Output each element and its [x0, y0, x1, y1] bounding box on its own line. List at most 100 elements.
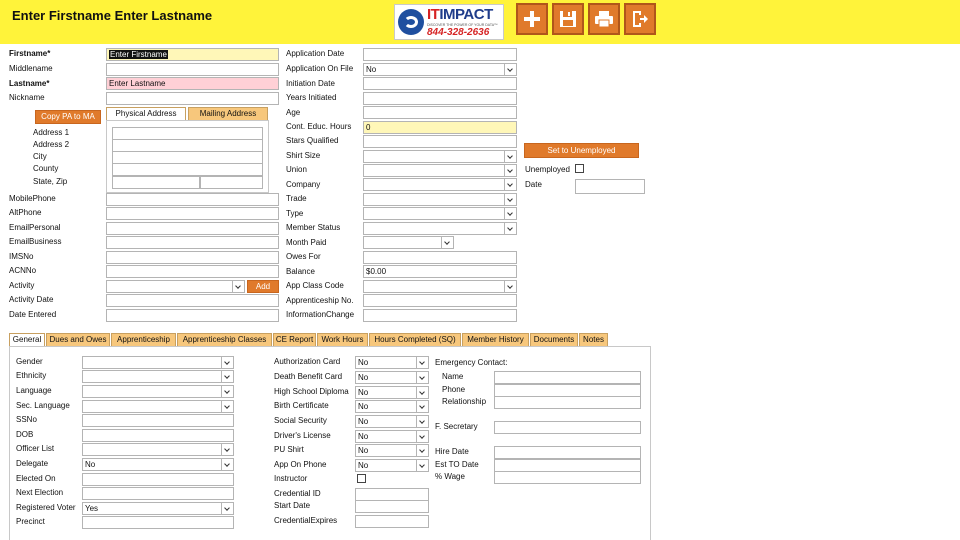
delegate-label: Delegate [16, 459, 49, 468]
instructor-checkbox[interactable] [357, 474, 366, 483]
copy-pa-to-ma-button[interactable]: Copy PA to MA [35, 110, 101, 124]
balance-input[interactable]: $0.00 [363, 265, 517, 278]
death-benefit-card-select[interactable]: No [355, 371, 429, 384]
cont-educ-hours-input[interactable]: 0 [363, 121, 517, 134]
drivers-license-select[interactable]: No [355, 430, 429, 443]
type-select[interactable] [363, 207, 517, 220]
years-initiated-input[interactable] [363, 92, 517, 105]
company-select[interactable] [363, 178, 517, 191]
chevron-down-icon [232, 281, 244, 292]
tab-work-hours[interactable]: Work Hours [317, 333, 368, 347]
application-date-input[interactable] [363, 48, 517, 61]
ims-no-input[interactable] [106, 251, 279, 264]
email-business-input[interactable] [106, 236, 279, 249]
information-change-input[interactable] [363, 309, 517, 322]
high-school-diploma-select[interactable]: No [355, 386, 429, 399]
member-status-select[interactable] [363, 222, 517, 235]
officer-list-select[interactable] [82, 443, 234, 456]
tab-general[interactable]: General [9, 333, 45, 347]
pu-shirt-label: PU Shirt [274, 445, 304, 454]
elected-on-input[interactable] [82, 473, 234, 486]
ethnicity-select[interactable] [82, 370, 234, 383]
emergency-name-input[interactable] [494, 371, 641, 384]
middlename-input[interactable] [106, 63, 279, 76]
email-personal-input[interactable] [106, 222, 279, 235]
save-button[interactable] [552, 3, 584, 35]
tab-apprenticeship-classes[interactable]: Apprenticeship Classes [177, 333, 272, 347]
stars-qualified-label: Stars Qualified [286, 136, 339, 145]
tab-physical-address[interactable]: Physical Address [106, 107, 186, 121]
emergency-relationship-label: Relationship [442, 397, 487, 406]
authorization-card-select[interactable]: No [355, 356, 429, 369]
set-to-unemployed-button[interactable]: Set to Unemployed [524, 143, 639, 158]
initiation-date-input[interactable] [363, 77, 517, 90]
ssno-input[interactable] [82, 414, 234, 427]
age-input[interactable] [363, 106, 517, 119]
pu-shirt-select[interactable]: No [355, 444, 429, 457]
registered-voter-select[interactable]: Yes [82, 502, 234, 515]
f-secretary-input[interactable] [494, 421, 641, 434]
dob-input[interactable] [82, 429, 234, 442]
state-input[interactable] [112, 176, 200, 189]
birth-certificate-select[interactable]: No [355, 400, 429, 413]
gender-select[interactable] [82, 356, 234, 369]
emergency-relationship-input[interactable] [494, 396, 641, 409]
shirt-size-select[interactable] [363, 150, 517, 163]
hire-date-input[interactable] [494, 446, 641, 459]
mobile-phone-input[interactable] [106, 193, 279, 206]
zip-input[interactable] [200, 176, 263, 189]
lastname-input[interactable]: Enter Lastname [106, 77, 279, 90]
add-activity-button[interactable]: Add [247, 280, 279, 293]
app-class-code-select[interactable] [363, 280, 517, 293]
chevron-down-icon [221, 401, 233, 412]
application-on-file-select[interactable]: No [363, 63, 517, 76]
acn-no-input[interactable] [106, 265, 279, 278]
stars-qualified-input[interactable] [363, 135, 517, 148]
tab-apprenticeship[interactable]: Apprenticeship [111, 333, 176, 347]
mobile-phone-label: MobilePhone [9, 194, 56, 203]
tab-notes[interactable]: Notes [579, 333, 608, 347]
credential-expires-input[interactable] [355, 515, 429, 528]
apprenticeship-no-input[interactable] [363, 294, 517, 307]
activity-select[interactable] [106, 280, 245, 293]
tab-member-history[interactable]: Member History [462, 333, 529, 347]
unemployed-date-input[interactable] [575, 179, 645, 194]
print-button[interactable] [588, 3, 620, 35]
precinct-input[interactable] [82, 516, 234, 529]
app-on-phone-select[interactable]: No [355, 459, 429, 472]
owes-for-input[interactable] [363, 251, 517, 264]
tab-ce-report[interactable]: CE Report [273, 333, 316, 347]
add-record-button[interactable] [516, 3, 548, 35]
information-change-label: InformationChange [286, 310, 355, 319]
firstname-input[interactable]: Enter Firstname [106, 48, 279, 61]
chevron-down-icon [221, 357, 233, 368]
county-input[interactable] [112, 163, 263, 176]
language-select[interactable] [82, 385, 234, 398]
tab-hours-completed[interactable]: Hours Completed (SQ) [369, 333, 461, 347]
chevron-down-icon [504, 165, 516, 176]
tab-mailing-address[interactable]: Mailing Address [188, 107, 268, 121]
month-paid-select[interactable] [363, 236, 454, 249]
start-date-input[interactable] [355, 500, 429, 513]
social-security-select[interactable]: No [355, 415, 429, 428]
delegate-select[interactable]: No [82, 458, 234, 471]
date-entered-input[interactable] [106, 309, 279, 322]
wage-percent-input[interactable] [494, 471, 641, 484]
authorization-card-label: Authorization Card [274, 357, 341, 366]
emergency-contact-heading: Emergency Contact: [435, 358, 508, 367]
tab-dues-and-owes[interactable]: Dues and Owes [46, 333, 110, 347]
tab-documents[interactable]: Documents [530, 333, 578, 347]
sec-language-select[interactable] [82, 400, 234, 413]
nickname-input[interactable] [106, 92, 279, 105]
unemployed-checkbox[interactable] [575, 164, 584, 173]
gender-label: Gender [16, 357, 43, 366]
alt-phone-input[interactable] [106, 207, 279, 220]
emergency-phone-label: Phone [442, 385, 466, 394]
exit-button[interactable] [624, 3, 656, 35]
death-benefit-card-label: Death Benefit Card [274, 372, 343, 381]
company-logo: ITIMPACT DISCOVER THE POWER OF YOUR DATA… [394, 4, 504, 40]
next-election-input[interactable] [82, 487, 234, 500]
union-select[interactable] [363, 164, 517, 177]
activity-date-input[interactable] [106, 294, 279, 307]
trade-select[interactable] [363, 193, 517, 206]
